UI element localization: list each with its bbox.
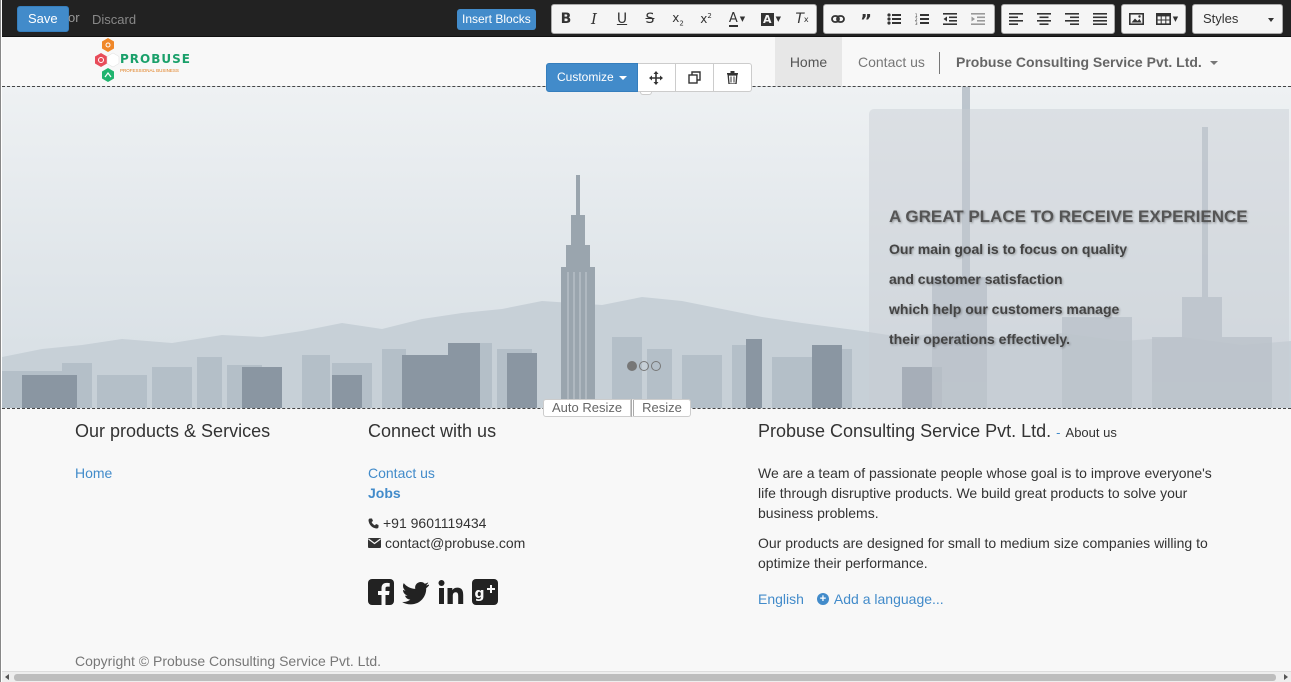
footer-link-jobs[interactable]: Jobs bbox=[368, 485, 401, 501]
chevron-down-icon bbox=[1268, 18, 1274, 22]
about-us-link[interactable]: About us bbox=[1066, 425, 1117, 440]
chevron-down-icon bbox=[1209, 61, 1218, 66]
subscript-icon[interactable]: x2 bbox=[664, 5, 692, 33]
nav-home-link[interactable]: Home bbox=[775, 37, 842, 87]
horizontal-scrollbar[interactable] bbox=[2, 671, 1291, 682]
italic-icon[interactable]: I bbox=[580, 5, 608, 33]
nav-company-label: Probuse Consulting Service Pvt. Ltd. bbox=[956, 54, 1202, 70]
resize-button[interactable]: Resize bbox=[631, 399, 691, 417]
about-separator: - bbox=[1056, 425, 1061, 440]
unordered-list-icon[interactable] bbox=[880, 5, 908, 33]
link-icon[interactable] bbox=[824, 5, 852, 33]
banner-line-4: their operations effectively. bbox=[889, 331, 1071, 347]
move-icon[interactable] bbox=[637, 63, 676, 92]
or-label: or bbox=[68, 10, 80, 25]
nav-contact-link[interactable]: Contact us bbox=[858, 54, 925, 70]
trash-icon[interactable] bbox=[713, 63, 752, 92]
carousel-dot[interactable] bbox=[651, 361, 661, 371]
email-line: contact@probuse.com bbox=[368, 535, 525, 551]
footer-link-home[interactable]: Home bbox=[75, 465, 112, 481]
phone-number: +91 9601119434 bbox=[383, 515, 487, 531]
align-center-icon[interactable] bbox=[1030, 5, 1058, 33]
banner-line-2: and customer satisfaction bbox=[889, 271, 1063, 287]
clone-icon[interactable] bbox=[675, 63, 714, 92]
logo-hexagon-icon bbox=[95, 38, 120, 82]
auto-resize-button[interactable]: Auto Resize bbox=[543, 399, 632, 417]
strikethrough-icon[interactable]: S bbox=[636, 5, 664, 33]
discard-link[interactable]: Discard bbox=[92, 12, 136, 27]
clear-format-icon[interactable]: Tx bbox=[788, 5, 816, 33]
facebook-icon[interactable] bbox=[368, 579, 394, 605]
banner-title: A GREAT PLACE TO RECEIVE EXPERIENCE bbox=[889, 207, 1248, 226]
media-toolbar-group: ▼ bbox=[1121, 4, 1186, 34]
svg-text:g: g bbox=[475, 586, 485, 602]
bold-icon[interactable]: B bbox=[552, 5, 580, 33]
outdent-icon[interactable] bbox=[936, 5, 964, 33]
twitter-icon[interactable] bbox=[402, 579, 430, 605]
background-color-icon[interactable]: A ▼ bbox=[754, 5, 788, 33]
company-paragraph-2: Our products are designed for small to m… bbox=[758, 535, 1208, 571]
scroll-right-icon[interactable] bbox=[1284, 674, 1288, 680]
quote-icon[interactable]: ” bbox=[852, 5, 880, 33]
banner-line-3: which help our customers manage bbox=[889, 301, 1120, 317]
align-right-icon[interactable] bbox=[1058, 5, 1086, 33]
nav-company-dropdown[interactable]: Probuse Consulting Service Pvt. Ltd. bbox=[956, 54, 1218, 70]
svg-text:3: 3 bbox=[915, 21, 918, 25]
align-left-icon[interactable] bbox=[1002, 5, 1030, 33]
block-overlay: Customize bbox=[546, 63, 752, 92]
carousel-banner: A GREAT PLACE TO RECEIVE EXPERIENCE Our … bbox=[2, 86, 1291, 409]
styles-dropdown-label: Styles bbox=[1203, 11, 1239, 26]
logo[interactable]: PROBUSE PROFESSIONAL BUSINESS bbox=[90, 37, 190, 87]
phone-line: +91 9601119434 bbox=[368, 515, 486, 531]
language-english-link[interactable]: English bbox=[758, 591, 804, 607]
google-plus-icon[interactable]: g bbox=[472, 579, 498, 605]
plus-circle-icon[interactable]: + bbox=[816, 593, 829, 605]
company-paragraph-1: We are a team of passionate people whose… bbox=[758, 465, 1212, 521]
insert-blocks-button[interactable]: Insert Blocks bbox=[457, 9, 536, 30]
scrollbar-thumb[interactable] bbox=[14, 674, 1276, 681]
list-toolbar-group: ” 123 bbox=[823, 4, 995, 34]
align-justify-icon[interactable] bbox=[1086, 5, 1114, 33]
carousel-dot[interactable] bbox=[627, 361, 637, 371]
scroll-left-icon[interactable] bbox=[5, 674, 9, 680]
carousel-dot[interactable] bbox=[639, 361, 649, 371]
email-address[interactable]: contact@probuse.com bbox=[385, 535, 525, 551]
resize-controls: Auto Resize Resize bbox=[543, 399, 691, 417]
picture-icon[interactable] bbox=[1122, 5, 1150, 33]
products-title: Our products & Services bbox=[75, 421, 271, 441]
social-links: g bbox=[368, 579, 498, 605]
linkedin-icon[interactable] bbox=[438, 579, 464, 605]
save-button[interactable]: Save bbox=[17, 6, 69, 32]
browser-viewport: Save or Discard Insert Blocks B I U S x2… bbox=[0, 0, 1291, 682]
table-icon[interactable]: ▼ bbox=[1150, 5, 1184, 33]
phone-icon bbox=[368, 518, 379, 528]
language-selector: English + Add a language... bbox=[758, 591, 944, 607]
align-toolbar-group bbox=[1001, 4, 1115, 34]
connect-title: Connect with us bbox=[368, 421, 497, 441]
copyright-text: Copyright © Probuse Consulting Service P… bbox=[75, 653, 382, 669]
font-color-icon[interactable]: A ▼ bbox=[720, 5, 754, 33]
chevron-down-icon bbox=[618, 75, 627, 80]
banner-line-1: Our main goal is to focus on quality bbox=[889, 241, 1128, 257]
customize-button[interactable]: Customize bbox=[546, 63, 638, 92]
superscript-icon[interactable]: x2 bbox=[692, 5, 720, 33]
banner-caption: A GREAT PLACE TO RECEIVE EXPERIENCE Our … bbox=[869, 109, 1289, 408]
underline-icon[interactable]: U bbox=[608, 5, 636, 33]
footer: Our products & Services Home Connect wit… bbox=[2, 409, 1291, 672]
company-title-row: Probuse Consulting Service Pvt. Ltd. - A… bbox=[758, 421, 1117, 442]
indent-icon[interactable] bbox=[964, 5, 992, 33]
carousel-indicators bbox=[627, 361, 661, 371]
editor-toolbar: Save or Discard Insert Blocks B I U S x2… bbox=[2, 0, 1291, 37]
logo-text: PROBUSE bbox=[120, 52, 191, 66]
nav-divider bbox=[939, 52, 940, 74]
logo-subtext: PROFESSIONAL BUSINESS bbox=[120, 68, 179, 73]
customize-label: Customize bbox=[557, 70, 614, 84]
footer-link-contact[interactable]: Contact us bbox=[368, 465, 435, 481]
styles-dropdown[interactable]: Styles bbox=[1192, 4, 1283, 34]
company-title: Probuse Consulting Service Pvt. Ltd. bbox=[758, 421, 1052, 441]
format-toolbar-group: B I U S x2 x2 A ▼ A ▼ Tx bbox=[551, 4, 817, 34]
ordered-list-icon[interactable]: 123 bbox=[908, 5, 936, 33]
add-language-link[interactable]: Add a language... bbox=[834, 591, 944, 607]
envelope-icon bbox=[368, 538, 381, 548]
